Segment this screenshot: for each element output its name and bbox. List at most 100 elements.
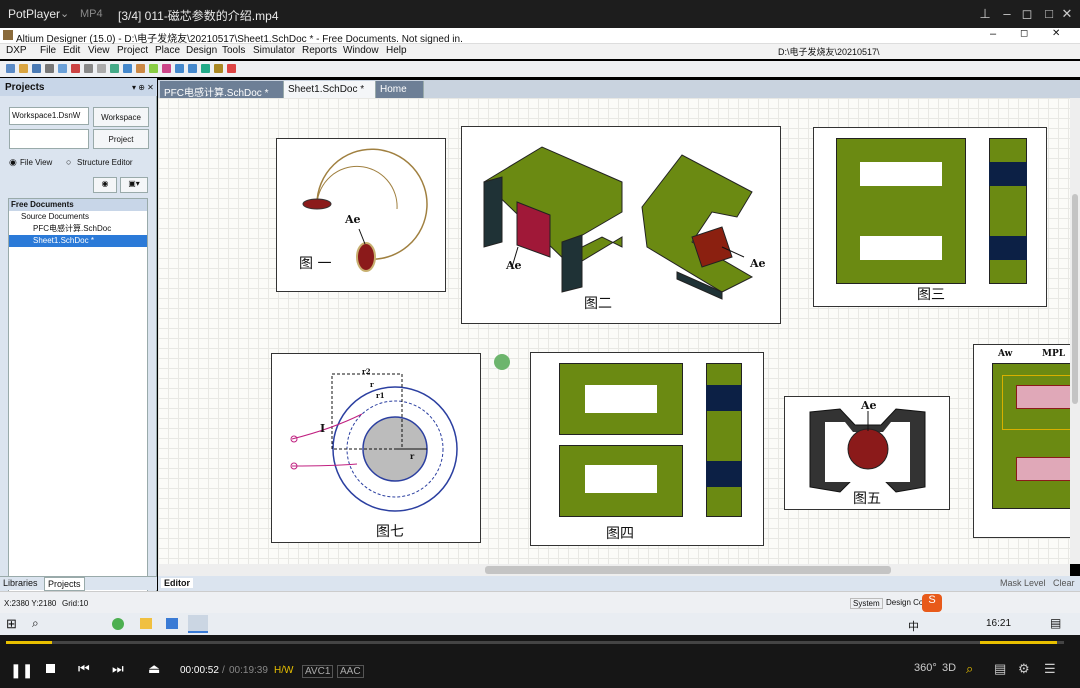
- restore-button[interactable]: ◻: [1018, 6, 1036, 22]
- ae-label-2a: Ae: [506, 259, 522, 272]
- delete-icon[interactable]: [227, 64, 236, 73]
- next-button[interactable]: ⏭: [112, 661, 124, 677]
- schematic-canvas[interactable]: Ae 图 一 Ae Ae 图二 图三 I r r2 r1 r 图七 图四 Ae …: [158, 98, 1070, 564]
- menu-help[interactable]: Help: [386, 45, 407, 56]
- save-icon[interactable]: [32, 64, 41, 73]
- figure-6-partial: Aw MPL: [973, 344, 1070, 538]
- maximize-button[interactable]: □: [1040, 6, 1058, 21]
- app-close-button[interactable]: ✕: [1052, 28, 1060, 39]
- tree-item-pfc-doc[interactable]: PFC电感计算.SchDoc: [9, 223, 147, 235]
- windows-start-icon[interactable]: ⊞: [6, 616, 17, 632]
- compile-icon[interactable]: ◉: [93, 177, 117, 193]
- workspace-select[interactable]: Workspace1.DsnW: [9, 107, 89, 125]
- paste-icon[interactable]: [97, 64, 106, 73]
- wire-icon[interactable]: [110, 64, 119, 73]
- pause-button[interactable]: ❚❚: [10, 662, 33, 679]
- tab-pfc-doc[interactable]: PFC电感计算.SchDoc *: [160, 81, 284, 99]
- minimize-button[interactable]: –: [998, 6, 1016, 21]
- previous-button[interactable]: ⏮: [78, 661, 90, 677]
- design-compiler-button[interactable]: Design Co: [886, 598, 923, 607]
- caption-fig-1: 图 一: [299, 256, 332, 272]
- chevron-down-icon[interactable]: ⌄: [60, 7, 69, 20]
- vertical-scrollbar[interactable]: [1070, 98, 1080, 564]
- menu-design[interactable]: Design: [186, 45, 217, 56]
- cut-icon[interactable]: [71, 64, 80, 73]
- menu-place[interactable]: Place: [155, 45, 180, 56]
- project-field[interactable]: [9, 129, 89, 149]
- workspace-button[interactable]: Workspace: [93, 107, 149, 127]
- pin-icon[interactable]: ⊥: [976, 6, 994, 22]
- altium-task-icon[interactable]: [188, 615, 208, 633]
- print-icon[interactable]: [45, 64, 54, 73]
- editor-bottom-bar: Editor Mask Level Clear: [158, 576, 1080, 591]
- browser-icon[interactable]: [112, 618, 124, 630]
- structure-editor-radio[interactable]: ○: [66, 157, 71, 167]
- net-label-icon[interactable]: [136, 64, 145, 73]
- close-button[interactable]: ✕: [1058, 6, 1076, 22]
- search-icon[interactable]: ⌕: [32, 616, 39, 631]
- menu-tools[interactable]: Tools: [222, 45, 245, 56]
- seek-bar[interactable]: [6, 641, 1060, 644]
- align-icon[interactable]: [201, 64, 210, 73]
- tab-projects[interactable]: Projects: [44, 577, 85, 591]
- menu-simulator[interactable]: Simulator: [253, 45, 295, 56]
- panel-menu-icon[interactable]: ▾ ⊕ ✕: [132, 83, 154, 92]
- zoom-icon[interactable]: [58, 64, 67, 73]
- menu-edit[interactable]: Edit: [63, 45, 80, 56]
- menu-view[interactable]: View: [88, 45, 110, 56]
- ime-label[interactable]: 中: [908, 618, 919, 634]
- menu-window[interactable]: Window: [343, 45, 379, 56]
- place-icon[interactable]: [214, 64, 223, 73]
- notification-icon[interactable]: ▤: [1050, 616, 1061, 630]
- app-restore-button[interactable]: ◻: [1020, 28, 1028, 39]
- power-port-icon[interactable]: [149, 64, 158, 73]
- horizontal-scrollbar[interactable]: [158, 564, 1070, 576]
- audio-codec-badge[interactable]: AAC: [337, 665, 364, 678]
- 3d-icon[interactable]: 3D: [942, 662, 956, 674]
- folder-icon[interactable]: ▣▾: [120, 177, 148, 193]
- capture-icon[interactable]: ⌕: [966, 661, 973, 677]
- menu-project[interactable]: Project: [117, 45, 148, 56]
- app-icon[interactable]: [166, 618, 178, 629]
- redo-icon[interactable]: [188, 64, 197, 73]
- window-title: Altium Designer (15.0) - D:\电子发烧友\202105…: [16, 34, 463, 45]
- open-icon[interactable]: [19, 64, 28, 73]
- bus-icon[interactable]: [123, 64, 132, 73]
- clear-button[interactable]: Clear: [1053, 578, 1075, 588]
- system-button[interactable]: System: [850, 598, 883, 609]
- vertical-scroll-thumb[interactable]: [1072, 194, 1078, 404]
- part-icon[interactable]: [162, 64, 171, 73]
- path-field[interactable]: D:\电子发烧友\20210517\: [778, 45, 888, 58]
- folder-icon[interactable]: [140, 618, 152, 629]
- menu-file[interactable]: File: [40, 45, 56, 56]
- tree-item-source-documents[interactable]: Source Documents: [9, 211, 147, 223]
- project-button[interactable]: Project: [93, 129, 149, 149]
- horizontal-scroll-thumb[interactable]: [485, 566, 891, 574]
- tab-libraries[interactable]: Libraries: [3, 578, 38, 588]
- settings-gear-icon[interactable]: ⚙: [1018, 661, 1030, 677]
- tab-home[interactable]: Home: [376, 81, 424, 98]
- copy-icon[interactable]: [84, 64, 93, 73]
- mask-level-button[interactable]: Mask Level: [1000, 578, 1046, 588]
- vr-360-icon[interactable]: 360°: [914, 662, 937, 674]
- playlist-icon[interactable]: ▤: [994, 661, 1006, 677]
- tab-editor[interactable]: Editor: [161, 578, 193, 588]
- sogou-ime-icon[interactable]: S: [922, 594, 942, 612]
- file-view-radio[interactable]: ◉: [9, 157, 17, 168]
- tab-sheet1-doc[interactable]: Sheet1.SchDoc *: [284, 81, 376, 98]
- menu-dxp[interactable]: DXP: [6, 45, 27, 56]
- menu-icon[interactable]: ☰: [1044, 661, 1056, 677]
- app-minimize-button[interactable]: –: [990, 28, 996, 40]
- eject-button[interactable]: ⏏: [148, 661, 160, 677]
- video-codec-badge[interactable]: AVC1: [302, 665, 334, 678]
- clock[interactable]: 16:21: [986, 618, 1011, 629]
- undo-icon[interactable]: [175, 64, 184, 73]
- menu-reports[interactable]: Reports: [302, 45, 337, 56]
- hw-badge[interactable]: H/W: [274, 665, 293, 676]
- stop-button[interactable]: [46, 664, 55, 673]
- new-icon[interactable]: [6, 64, 15, 73]
- player-brand[interactable]: PotPlayer: [8, 7, 60, 21]
- tree-item-sheet1-doc[interactable]: Sheet1.SchDoc *: [9, 235, 147, 247]
- volume-slider[interactable]: [980, 641, 1064, 644]
- tree-item-free-documents[interactable]: Free Documents: [9, 199, 147, 211]
